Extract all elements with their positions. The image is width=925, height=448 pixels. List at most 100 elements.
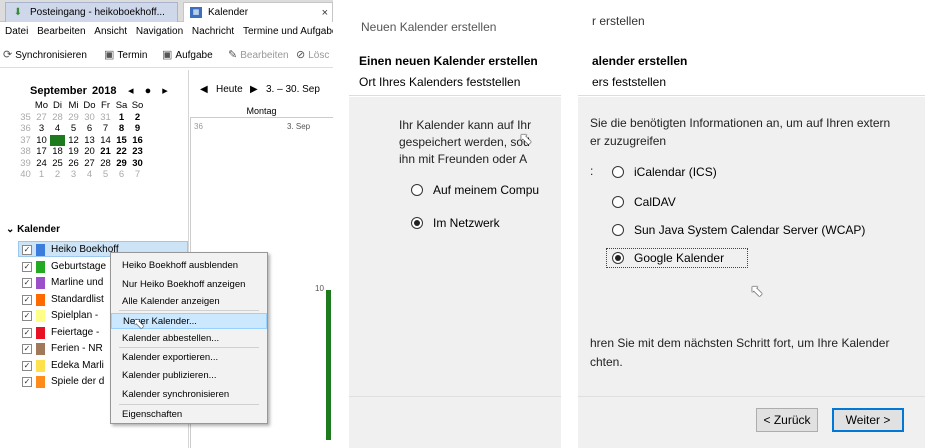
minical-day[interactable]: 4 xyxy=(50,123,65,135)
minical-day[interactable]: 30 xyxy=(82,112,97,124)
checkbox[interactable]: ✓ xyxy=(22,344,32,354)
event-bar[interactable] xyxy=(326,290,331,440)
minical-day[interactable]: 12 xyxy=(66,135,81,147)
checkbox[interactable]: ✓ xyxy=(22,377,32,387)
prev-icon[interactable]: ◀ xyxy=(200,80,208,100)
new-task-button[interactable]: ▣ Aufgabe xyxy=(162,42,213,67)
minical-day[interactable]: 6 xyxy=(114,169,129,181)
minical-day[interactable]: 17 xyxy=(34,146,49,158)
close-icon[interactable]: × xyxy=(322,3,328,22)
radio-local-circle[interactable] xyxy=(411,184,423,196)
tab-inbox[interactable]: ⬇ Posteingang - heikoboekhoff... xyxy=(5,2,178,22)
minical-day[interactable]: 13 xyxy=(82,135,97,147)
menu-navigation[interactable]: Navigation xyxy=(136,26,183,37)
menu-termine[interactable]: Termine und Aufgaben xyxy=(243,26,333,37)
menu-ansicht[interactable]: Ansicht xyxy=(94,26,127,37)
radio-wcap-circle[interactable] xyxy=(612,224,624,236)
minical-day[interactable]: 30 xyxy=(130,158,145,170)
next-icon[interactable]: ▶ xyxy=(250,80,258,100)
minical-day[interactable]: 20 xyxy=(82,146,97,158)
checkbox[interactable]: ✓ xyxy=(22,278,32,288)
minical-day[interactable]: 9 xyxy=(130,123,145,135)
tab-calendar-label: Kalender xyxy=(208,7,249,18)
ctx-hide-calendar[interactable]: Heiko Boekhoff ausblenden xyxy=(111,258,267,274)
minical-day[interactable]: 29 xyxy=(114,158,129,170)
minical-day[interactable]: 8 xyxy=(114,123,129,135)
ctx-unsubscribe[interactable]: Kalender abbestellen... xyxy=(111,331,267,347)
radio-network-label: Im Netzwerk xyxy=(433,216,500,230)
minical-day[interactable]: 25 xyxy=(50,158,65,170)
today-button[interactable]: Heute xyxy=(216,80,243,100)
minical-day[interactable]: 3 xyxy=(34,123,49,135)
minical-day[interactable]: 22 xyxy=(114,146,129,158)
ctx-properties[interactable]: Eigenschaften xyxy=(111,407,267,423)
minical-nav[interactable]: ◂ ● ▸ xyxy=(128,82,172,100)
minical-week-row: 38 17 18 19 20 21 22 23 xyxy=(18,146,178,158)
minical-day[interactable]: 31 xyxy=(98,112,113,124)
minical-day[interactable]: 24 xyxy=(34,158,49,170)
minical-day[interactable]: 18 xyxy=(50,146,65,158)
minical-day[interactable]: 16 xyxy=(130,135,145,147)
wizard-subheading: ers feststellen xyxy=(592,75,667,89)
minical-day[interactable]: 27 xyxy=(82,158,97,170)
radio-ics-circle[interactable] xyxy=(612,166,624,178)
minical-day[interactable]: 6 xyxy=(82,123,97,135)
menu-datei[interactable]: Datei xyxy=(5,26,28,37)
checkbox[interactable]: ✓ xyxy=(22,294,32,305)
minical-month[interactable]: September xyxy=(30,82,87,100)
minical-day[interactable]: 28 xyxy=(98,158,113,170)
checkbox[interactable]: ✓ xyxy=(22,360,32,371)
minical-day[interactable]: 23 xyxy=(130,146,145,158)
minical-day[interactable]: 14 xyxy=(98,135,113,147)
minical-day[interactable]: 5 xyxy=(66,123,81,135)
minical-day[interactable]: 19 xyxy=(66,146,81,158)
ctx-show-only[interactable]: Nur Heiko Boekhoff anzeigen xyxy=(111,277,267,293)
minical-day[interactable]: 2 xyxy=(50,169,65,181)
ctx-export[interactable]: Kalender exportieren... xyxy=(111,350,267,366)
minical-day[interactable]: 21 xyxy=(98,146,113,158)
minical-day[interactable]: 3 xyxy=(66,169,81,181)
minical-day[interactable]: 11 xyxy=(50,134,65,146)
radio-network-circle[interactable] xyxy=(411,217,423,229)
sync-button[interactable]: ⟳ Synchronisieren xyxy=(3,42,87,67)
minical-day[interactable]: 7 xyxy=(130,169,145,181)
edit-button[interactable]: ✎ Bearbeiten xyxy=(228,42,289,67)
new-event-button[interactable]: ▣ Termin xyxy=(104,42,147,67)
tab-calendar[interactable]: ▦ Kalender × xyxy=(183,2,333,22)
checkbox[interactable]: ✓ xyxy=(22,327,32,338)
radio-caldav-circle[interactable] xyxy=(612,196,624,208)
minical-day[interactable]: 4 xyxy=(82,169,97,181)
menu-bearbeiten[interactable]: Bearbeiten xyxy=(37,26,85,37)
minical-day[interactable]: 5 xyxy=(98,169,113,181)
minical-day[interactable]: 28 xyxy=(50,112,65,124)
delete-button[interactable]: ⊘ Lösc xyxy=(296,42,329,67)
ctx-show-all[interactable]: Alle Kalender anzeigen xyxy=(111,294,267,310)
minical-day[interactable]: 10 xyxy=(34,135,49,147)
back-button[interactable]: < Zurück xyxy=(756,408,818,432)
calendar-name: Feiertage - xyxy=(51,326,100,338)
minical-day[interactable]: 15 xyxy=(114,135,129,147)
next-button[interactable]: Weiter > xyxy=(832,408,904,432)
checkbox[interactable]: ✓ xyxy=(22,245,32,255)
wizard-header: alender erstellen ers feststellen xyxy=(578,43,925,96)
sync-label: Synchronisieren xyxy=(15,50,87,61)
radio-local-label: Auf meinem Compu xyxy=(433,183,540,197)
calendar-list-title[interactable]: ⌄ Kalender xyxy=(6,224,60,235)
week-number: 37 xyxy=(20,134,31,146)
ctx-publish[interactable]: Kalender publizieren... xyxy=(111,368,267,384)
minical-day[interactable]: 2 xyxy=(130,112,145,124)
wizard-para-line-3: ihn mit Freunden oder A xyxy=(399,152,528,166)
minical-year[interactable]: 2018 xyxy=(92,82,116,100)
checkbox[interactable]: ✓ xyxy=(22,261,32,272)
menu-nachricht[interactable]: Nachricht xyxy=(192,26,234,37)
ctx-sync[interactable]: Kalender synchronisieren xyxy=(111,387,267,403)
day-column-header: Montag xyxy=(190,104,333,118)
minical-day[interactable]: 7 xyxy=(98,123,113,135)
minical-day[interactable]: 29 xyxy=(66,112,81,124)
delete-icon: ⊘ xyxy=(296,49,306,61)
minical-day[interactable]: 1 xyxy=(34,169,49,181)
checkbox[interactable]: ✓ xyxy=(22,311,32,321)
minical-day[interactable]: 1 xyxy=(114,112,129,124)
minical-day[interactable]: 27 xyxy=(34,112,49,124)
minical-day[interactable]: 26 xyxy=(66,158,81,170)
